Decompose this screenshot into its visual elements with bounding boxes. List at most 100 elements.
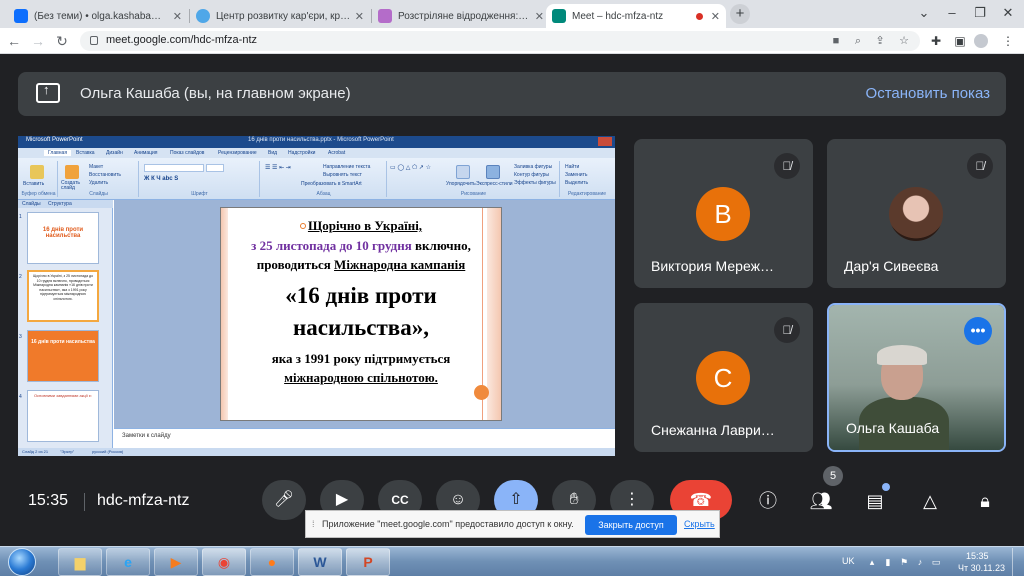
language-indicator[interactable]: UK — [842, 556, 855, 566]
shapes-gallery-icon[interactable]: ▭ ◯ △ ⬠ ↗ ☆ — [390, 164, 431, 171]
font-name-select[interactable] — [144, 164, 204, 172]
stop-presenting-button[interactable]: Остановить показ — [866, 85, 990, 102]
people-icon[interactable]: 👥︎ — [808, 488, 834, 514]
text-direction-label[interactable]: Направление текста — [323, 164, 370, 170]
slide-thumbnail-1[interactable]: 16 днів проти насильства — [27, 212, 99, 264]
back-arrow-icon[interactable]: ← — [4, 31, 24, 51]
chrome-taskbar-button[interactable]: ◉ — [202, 548, 246, 576]
smartart-label[interactable]: Преобразовать в SmartArt — [301, 181, 362, 187]
delete-label[interactable]: Удалить — [89, 180, 108, 186]
participant-tile-self[interactable]: ••• Ольга Кашаба — [827, 303, 1006, 452]
meeting-info-icon[interactable]: ⓘ — [755, 488, 781, 514]
participant-tile[interactable]: 🎙̸ В Виктория Мереж… — [634, 139, 813, 288]
microphone-button[interactable]: 🎤︎ — [262, 480, 306, 520]
browser-tab-career-center[interactable]: Центр розвитку кар'єри, креати ✕ — [190, 4, 370, 28]
quick-styles-label[interactable]: Экспресс-стили — [476, 181, 513, 187]
list-icon[interactable]: ☰ ☰ ⇤ ⇥ — [265, 164, 291, 171]
minimize-icon[interactable]: – — [938, 2, 966, 24]
participant-tile[interactable]: 🎙̸ Дар'я Сивеєва — [827, 139, 1006, 288]
browser-menu-icon[interactable]: ⋮ — [1000, 33, 1016, 49]
ribbon-tab[interactable]: Вставка — [76, 150, 95, 156]
share-icon[interactable]: ⇪ — [872, 33, 888, 49]
more-options-button[interactable]: ••• — [964, 317, 992, 345]
tab-search-icon[interactable]: ⌄ — [910, 2, 938, 24]
ribbon-tab[interactable]: Анимация — [134, 150, 157, 156]
new-tab-button[interactable]: + — [730, 4, 750, 24]
camera-indicator-icon[interactable]: ■ — [828, 33, 844, 49]
quick-styles-icon[interactable] — [486, 165, 500, 179]
bold-icon[interactable]: Ж К Ч abc S — [144, 176, 178, 182]
maximize-icon[interactable]: ❐ — [966, 2, 994, 24]
side-panel-icon[interactable]: ▣ — [952, 33, 968, 49]
participant-tile[interactable]: 🎙̸ С Снежанна Лаври… — [634, 303, 813, 452]
browser-tab-mail[interactable]: (Без теми) • olga.kashaba@ukr.net ✕ — [8, 4, 188, 28]
find-label[interactable]: Найти — [565, 164, 579, 170]
slide-thumbnail-3[interactable]: 16 днів проти насильства — [27, 330, 99, 382]
ribbon-tab[interactable]: Вид — [268, 150, 277, 156]
new-slide-icon[interactable] — [65, 165, 79, 179]
close-tab-icon[interactable]: ✕ — [355, 10, 364, 23]
ribbon-tab[interactable]: Показ слайдов — [170, 150, 204, 156]
hide-link[interactable]: Скрыть — [684, 519, 715, 529]
close-tab-icon[interactable]: ✕ — [173, 10, 182, 23]
extensions-puzzle-icon[interactable]: ✚ — [928, 33, 944, 49]
shape-outline-label[interactable]: Контур фигуры — [514, 172, 549, 178]
close-window-icon[interactable]: ✕ — [994, 2, 1022, 24]
profile-avatar[interactable] — [974, 34, 988, 48]
paste-icon[interactable] — [30, 165, 44, 179]
font-size-select[interactable] — [206, 164, 224, 172]
slide-notes[interactable]: Заметки к слайду — [114, 428, 615, 444]
reload-icon[interactable]: ↻ — [52, 31, 72, 51]
select-label[interactable]: Выделить — [565, 180, 588, 186]
tray-expand-icon[interactable]: ▴ — [866, 556, 878, 568]
host-controls-icon[interactable]: 🔒︎ — [972, 488, 998, 514]
powerpoint-close-icon[interactable] — [598, 137, 612, 146]
new-slide-label[interactable]: Создать слайд — [61, 181, 85, 191]
ribbon-tab[interactable]: Главная — [44, 150, 72, 156]
chat-icon[interactable]: ▤ — [862, 488, 888, 514]
slides-tab[interactable]: Слайды — [22, 201, 41, 207]
close-tab-icon[interactable]: ✕ — [535, 10, 544, 23]
ie-taskbar-button[interactable]: e — [106, 548, 150, 576]
slide-thumbnail-4[interactable]: Основними завданнями акції є: — [27, 390, 99, 442]
ribbon-tab[interactable]: Надстройки — [288, 150, 315, 156]
start-button[interactable] — [8, 548, 36, 576]
volume-icon[interactable]: ♪ — [914, 556, 926, 568]
stop-sharing-button[interactable]: Закрыть доступ — [585, 515, 677, 535]
taskbar-time[interactable]: 15:35 — [966, 551, 989, 561]
ribbon-tab[interactable]: Acrobat — [328, 150, 345, 156]
outline-tab[interactable]: Структура — [48, 201, 72, 207]
layout-label[interactable]: Макет — [89, 164, 103, 170]
shape-fill-label[interactable]: Заливка фигуры — [514, 164, 552, 170]
address-bar[interactable]: meet.google.com/hdc-mfza-ntz ■ ⌕ ⇪ ☆ — [80, 31, 920, 51]
taskbar-date[interactable]: Чт 30.11.23 — [958, 563, 1005, 573]
zoom-icon[interactable]: ⌕ — [850, 33, 866, 49]
powerpoint-taskbar-button[interactable]: P — [346, 548, 390, 576]
browser-tab-renaissance[interactable]: Розстріляне відродження: наці ✕ — [372, 4, 550, 28]
power-icon[interactable]: ▭ — [930, 556, 942, 568]
ribbon-tab[interactable]: Рецензирование — [218, 150, 257, 156]
network-icon[interactable]: ▮ — [882, 556, 894, 568]
drag-handle-icon[interactable]: ⁞ — [312, 519, 315, 529]
close-tab-icon[interactable]: ✕ — [711, 10, 720, 23]
activities-icon[interactable]: △ — [917, 488, 943, 514]
forward-arrow-icon[interactable]: → — [28, 31, 48, 51]
media-player-taskbar-button[interactable]: ▶ — [154, 548, 198, 576]
bookmark-star-icon[interactable]: ☆ — [896, 33, 912, 49]
explorer-taskbar-button[interactable]: ▆ — [58, 548, 102, 576]
arrange-icon[interactable] — [456, 165, 470, 179]
replace-label[interactable]: Заменить — [565, 172, 587, 178]
flag-icon[interactable]: ⚑ — [898, 556, 910, 568]
current-slide[interactable]: Щорічно в Україні, з 25 листопада до 10 … — [220, 207, 502, 421]
word-taskbar-button[interactable]: W — [298, 548, 342, 576]
browser-tab-meet[interactable]: Meet – hdc-mfza-ntz ✕ — [546, 4, 726, 28]
ribbon-tab[interactable]: Дизайн — [106, 150, 123, 156]
firefox-taskbar-button[interactable]: ● — [250, 548, 294, 576]
align-text-label[interactable]: Выровнять текст — [323, 172, 362, 178]
shape-effects-label[interactable]: Эффекты фигуры — [514, 180, 556, 186]
arrange-label[interactable]: Упорядочить — [446, 181, 476, 187]
slide-thumbnail-2[interactable]: Щорічно в Україні, з 25 листопада до 10 … — [27, 270, 99, 322]
show-desktop-button[interactable] — [1012, 548, 1023, 576]
restore-label[interactable]: Восстановить — [89, 172, 121, 178]
paste-label[interactable]: Вставить — [23, 181, 44, 187]
